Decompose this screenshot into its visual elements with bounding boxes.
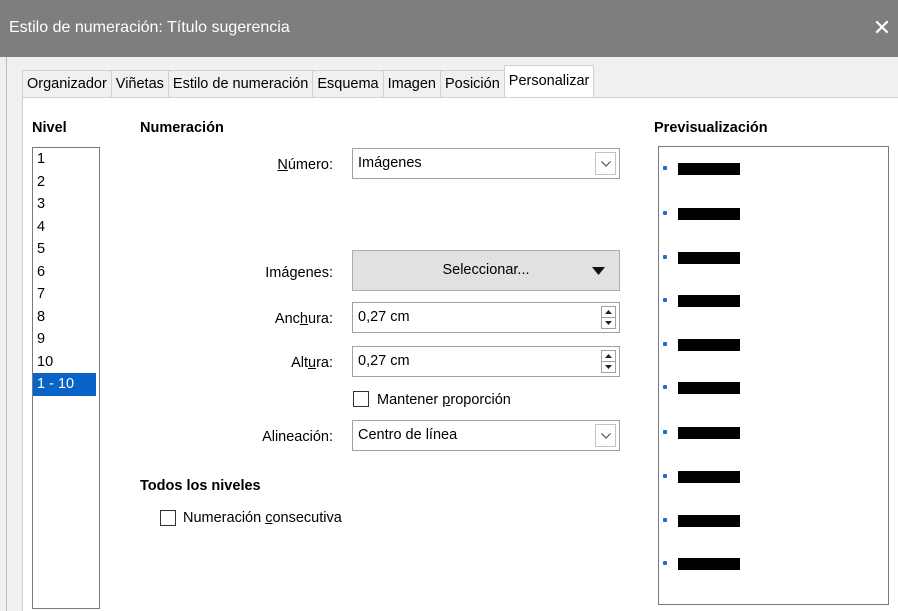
preview-text-bar <box>678 471 740 483</box>
consecutive-numbering-checkbox[interactable] <box>160 510 176 526</box>
bullet-image-icon <box>663 385 667 389</box>
dialog-body: Organizador Viñetas Estilo de numeración… <box>0 57 898 611</box>
level-item-selected[interactable]: 1 - 10 <box>33 373 96 396</box>
bullet-image-icon <box>663 561 667 565</box>
preview-text-bar <box>678 558 740 570</box>
tab-bar: Organizador Viñetas Estilo de numeración… <box>22 65 595 97</box>
preview-text-bar <box>678 163 740 175</box>
level-item[interactable]: 4 <box>33 216 99 239</box>
preview-text-bar <box>678 295 740 307</box>
preview-text-bar <box>678 515 740 527</box>
level-item[interactable]: 9 <box>33 328 99 351</box>
alineacion-label: Alineación: <box>262 429 333 445</box>
preview-text-bar <box>678 252 740 264</box>
spin-down-icon[interactable] <box>602 362 615 373</box>
level-item[interactable]: 10 <box>33 351 99 374</box>
preview-text-bar <box>678 382 740 394</box>
numero-combobox[interactable]: Imágenes <box>352 148 620 179</box>
level-heading: Nivel <box>32 120 67 136</box>
preview-text-bar <box>678 208 740 220</box>
chevron-down-icon[interactable] <box>595 424 616 447</box>
anchura-stepper[interactable] <box>601 306 616 329</box>
tab-vinetas[interactable]: Viñetas <box>110 70 169 97</box>
level-item[interactable]: 2 <box>33 171 99 194</box>
altura-spinbox[interactable]: 0,27 cm <box>352 346 620 377</box>
chevron-down-icon[interactable] <box>595 152 616 175</box>
spin-up-icon[interactable] <box>602 351 615 362</box>
tab-personalizar[interactable]: Personalizar <box>503 65 595 97</box>
consecutive-numbering-label: Numeración consecutiva <box>183 510 342 526</box>
dropdown-triangle-icon <box>592 267 605 275</box>
close-icon[interactable]: ✕ <box>870 14 894 42</box>
all-levels-heading: Todos los niveles <box>140 478 261 494</box>
preview-text-bar <box>678 427 740 439</box>
left-edge <box>0 57 7 611</box>
keep-ratio-checkbox[interactable] <box>353 391 369 407</box>
preview-heading: Previsualización <box>654 120 768 136</box>
numbering-heading: Numeración <box>140 120 224 136</box>
anchura-label: Anchura: <box>274 311 333 327</box>
title-bar: Estilo de numeración: Título sugerencia … <box>0 0 898 57</box>
bullet-image-icon <box>663 166 667 170</box>
bullet-image-icon <box>663 255 667 259</box>
window-title: Estilo de numeración: Título sugerencia <box>9 19 290 36</box>
altura-value: 0,27 cm <box>358 353 410 369</box>
tab-esquema[interactable]: Esquema <box>312 70 384 97</box>
preview-text-bar <box>678 339 740 351</box>
tab-panel-personalizar: Nivel 1 2 3 4 5 6 7 8 9 10 1 - 10 Numera… <box>22 97 898 611</box>
level-item[interactable]: 3 <box>33 193 99 216</box>
tab-imagen[interactable]: Imagen <box>382 70 441 97</box>
numero-value: Imágenes <box>358 155 422 171</box>
spin-up-icon[interactable] <box>602 307 615 318</box>
bullet-image-icon <box>663 342 667 346</box>
level-item[interactable]: 5 <box>33 238 99 261</box>
alineacion-combobox[interactable]: Centro de línea <box>352 420 620 451</box>
bullet-image-icon <box>663 298 667 302</box>
tab-estilo-de-numeracion[interactable]: Estilo de numeración <box>167 70 314 97</box>
numero-label: Número: <box>277 157 333 173</box>
select-image-label: Seleccionar... <box>442 262 530 278</box>
level-item[interactable]: 8 <box>33 306 99 329</box>
alineacion-value: Centro de línea <box>358 427 458 443</box>
level-list[interactable]: 1 2 3 4 5 6 7 8 9 10 1 - 10 <box>32 147 100 609</box>
imagenes-label: Imágenes: <box>265 265 333 281</box>
level-item[interactable]: 1 <box>33 148 99 171</box>
anchura-spinbox[interactable]: 0,27 cm <box>352 302 620 333</box>
bullet-image-icon <box>663 211 667 215</box>
keep-ratio-label: Mantener proporción <box>377 392 511 408</box>
bullet-image-icon <box>663 430 667 434</box>
select-image-button[interactable]: Seleccionar... <box>352 250 620 291</box>
level-item[interactable]: 6 <box>33 261 99 284</box>
anchura-value: 0,27 cm <box>358 309 410 325</box>
preview-pane <box>658 146 889 605</box>
altura-stepper[interactable] <box>601 350 616 373</box>
tab-organizador[interactable]: Organizador <box>22 70 112 97</box>
altura-label: Altura: <box>291 355 333 371</box>
bullet-image-icon <box>663 518 667 522</box>
tab-posicion[interactable]: Posición <box>439 70 505 97</box>
bullet-image-icon <box>663 474 667 478</box>
level-item[interactable]: 7 <box>33 283 99 306</box>
spin-down-icon[interactable] <box>602 318 615 329</box>
